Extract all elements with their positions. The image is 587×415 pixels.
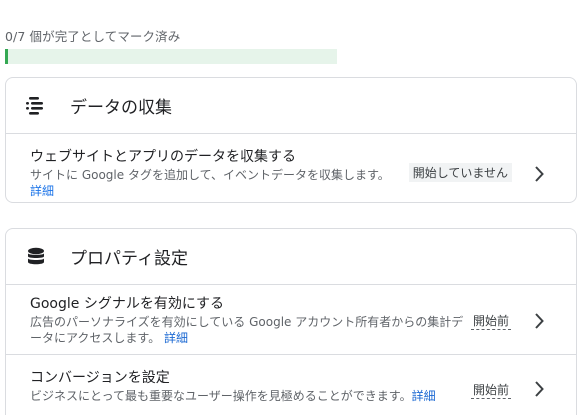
property-settings-card: プロパティ設定 Google シグナルを有効にする 広告のパーソナライズを有効に… [5,228,577,415]
learn-more-link[interactable]: 詳細 [164,331,188,345]
task-collect-web-app-data[interactable]: ウェブサイトとアプリのデータを収集する サイトに Google タグを追加して、… [6,134,576,202]
chevron-right-icon[interactable] [532,311,546,331]
property-settings-title: プロパティ設定 [70,249,188,269]
task-enable-google-signals[interactable]: Google シグナルを有効にする 広告のパーソナライズを有効にしている Goo… [6,285,576,355]
learn-more-link[interactable]: 詳細 [30,184,54,198]
task-description: ビジネスにとって最も重要なユーザー操作を見極めることができます。詳細 [30,388,436,404]
status-badge: 開始前 [470,312,511,330]
task-description-text: ビジネスにとって最も重要なユーザー操作を見極めることができます。 [30,389,412,403]
status-badge: 開始していません [408,163,512,182]
data-streams-icon [24,94,48,118]
progress-label: 0/7 個が完了としてマーク済み [5,29,181,44]
progress-bar [5,49,337,64]
setup-progress: 0/7 個が完了としてマーク済み [5,26,337,64]
chevron-right-icon[interactable] [532,379,546,399]
progress-bar-fill [5,49,8,64]
data-collection-header: データの収集 [6,78,576,134]
chevron-right-icon[interactable] [532,164,546,184]
learn-more-link[interactable]: 詳細 [412,389,436,403]
task-set-up-conversions[interactable]: コンバージョンを設定 ビジネスにとって最も重要なユーザー操作を見極めることができ… [6,355,576,415]
data-collection-card: データの収集 ウェブサイトとアプリのデータを収集する サイトに Google タ… [5,77,577,203]
task-description: サイトに Google タグを追加して、イベントデータを収集します。 詳細 [30,167,390,199]
task-description: 広告のパーソナライズを有効にしている Google アカウント所有者からの集計デ… [30,314,470,346]
database-icon [24,245,48,269]
status-badge: 開始前 [470,381,511,399]
data-collection-title: データの収集 [70,98,172,118]
task-title: Google シグナルを有効にする [30,296,224,312]
task-description-text: 広告のパーソナライズを有効にしている Google アカウント所有者からの集計デ… [30,315,464,345]
property-settings-header: プロパティ設定 [6,229,576,285]
task-title: コンバージョンを設定 [30,370,170,386]
task-description-text: サイトに Google タグを追加して、イベントデータを収集します。 [30,168,390,182]
task-title: ウェブサイトとアプリのデータを収集する [30,149,296,165]
